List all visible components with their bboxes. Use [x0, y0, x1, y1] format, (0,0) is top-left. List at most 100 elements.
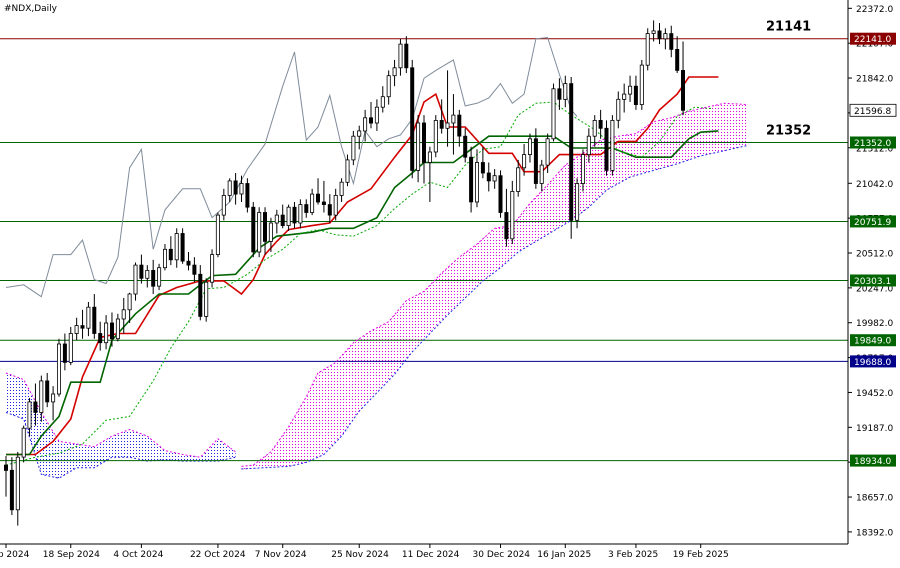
candle-body-up	[221, 194, 226, 216]
candle-body-up	[398, 43, 403, 69]
symbol-label: #NDX,Daily	[4, 4, 58, 14]
candle-body-down	[92, 306, 97, 334]
candle-body-down	[681, 70, 686, 111]
candle-body-up	[433, 120, 438, 153]
current-price-label: 21596.8	[854, 107, 891, 117]
y-tick-label: 19982.0	[856, 319, 893, 329]
candle-body-up	[210, 254, 215, 283]
candle-body-up	[663, 33, 668, 40]
candle-body-down	[168, 248, 173, 261]
candle-body-up	[345, 159, 350, 183]
candle-body-up	[86, 306, 91, 329]
candle-body-up	[357, 130, 362, 137]
candle	[610, 115, 615, 176]
candle-body-down	[4, 464, 9, 471]
candle-body-up	[528, 138, 533, 156]
candle-body-down	[486, 172, 491, 182]
level-tag-label: 20303.1	[854, 277, 891, 287]
candle-body-down	[463, 135, 468, 158]
candle-body-down	[80, 325, 85, 329]
candle-body-up	[628, 85, 633, 95]
candle-body-down	[292, 206, 297, 224]
candle	[57, 338, 62, 397]
candle-body-up	[380, 96, 385, 108]
candle-body-up	[227, 180, 232, 196]
candle-body-up	[610, 120, 615, 171]
candle	[251, 201, 256, 258]
candle	[21, 425, 26, 463]
candle-body-up	[351, 135, 356, 161]
candle-body-down	[469, 156, 474, 203]
candle-body-down	[151, 269, 156, 287]
candle-body-up	[162, 248, 167, 269]
candle-body-up	[51, 393, 56, 403]
x-tick-label: 4 Oct 2024	[113, 550, 163, 560]
candle-body-up	[21, 427, 26, 458]
candle-body-down	[192, 264, 197, 275]
candle-body-up	[539, 164, 544, 184]
y-tick-label: 18392.0	[856, 528, 893, 538]
candle	[257, 207, 262, 258]
level-tag-label: 18934.0	[854, 457, 891, 467]
candle	[215, 212, 220, 258]
candle-body-up	[133, 264, 138, 295]
candle-body-up	[27, 401, 32, 429]
candle	[639, 59, 644, 110]
candle-body-up	[651, 30, 656, 34]
candle	[604, 120, 609, 176]
x-tick-label: 7 Nov 2024	[255, 550, 307, 560]
candle-body-up	[57, 343, 62, 395]
candle-body-up	[445, 122, 450, 129]
y-tick-label: 21042.0	[856, 180, 893, 190]
candle	[645, 28, 650, 71]
candle-body-down	[504, 212, 509, 240]
candle-body-down	[675, 49, 680, 71]
candle-body-up	[215, 214, 220, 256]
candle	[180, 228, 185, 264]
x-tick-label: 30 Dec 2024	[473, 550, 531, 560]
x-tick-label: 25 Nov 2024	[331, 550, 389, 560]
candle-body-up	[115, 318, 120, 340]
candle-body-up	[510, 190, 515, 240]
candle-body-up	[522, 154, 527, 169]
candle-body-up	[127, 293, 132, 311]
candle-body-up	[645, 33, 650, 66]
candle-body-down	[439, 120, 444, 129]
candle-body-up	[592, 120, 597, 137]
candle	[210, 249, 215, 288]
candle-body-up	[157, 267, 162, 287]
candle	[245, 178, 250, 213]
level-annotation-0: 21141	[766, 20, 811, 35]
y-tick-label: 20512.0	[856, 250, 893, 260]
x-tick-label: 3 Feb 2025	[608, 550, 658, 560]
candle-body-up	[204, 281, 209, 317]
candle-body-up	[363, 117, 368, 132]
y-tick-label: 19187.0	[856, 424, 893, 434]
candle-body-down	[321, 201, 326, 205]
candle-body-down	[498, 175, 503, 213]
candle-body-up	[145, 269, 150, 279]
candle-body-down	[569, 83, 574, 221]
candle-body-up	[74, 325, 79, 334]
chart-root: 22372.022107.021842.021577.021312.021042…	[0, 0, 900, 564]
candle-body-up	[68, 333, 73, 363]
candle-body-up	[298, 204, 303, 224]
candle-body-up	[474, 162, 479, 203]
candle-body-up	[121, 309, 126, 320]
candle-body-up	[374, 106, 379, 124]
level-annotation-1: 21352	[766, 123, 811, 138]
candle-body-up	[516, 167, 521, 192]
level-tag-label: 20751.9	[854, 218, 891, 228]
candle-body-up	[333, 194, 338, 216]
candle-body-down	[604, 127, 609, 171]
candle	[433, 115, 438, 158]
candle-body-up	[586, 135, 591, 155]
candle-body-down	[33, 401, 38, 413]
candle-body-down	[669, 33, 674, 50]
candle-body-down	[457, 114, 462, 137]
candle-body-down	[62, 343, 67, 363]
level-tag-label: 21352.0	[854, 139, 891, 149]
candle-body-down	[368, 117, 373, 124]
candle	[157, 263, 162, 291]
candle-body-down	[480, 162, 485, 174]
